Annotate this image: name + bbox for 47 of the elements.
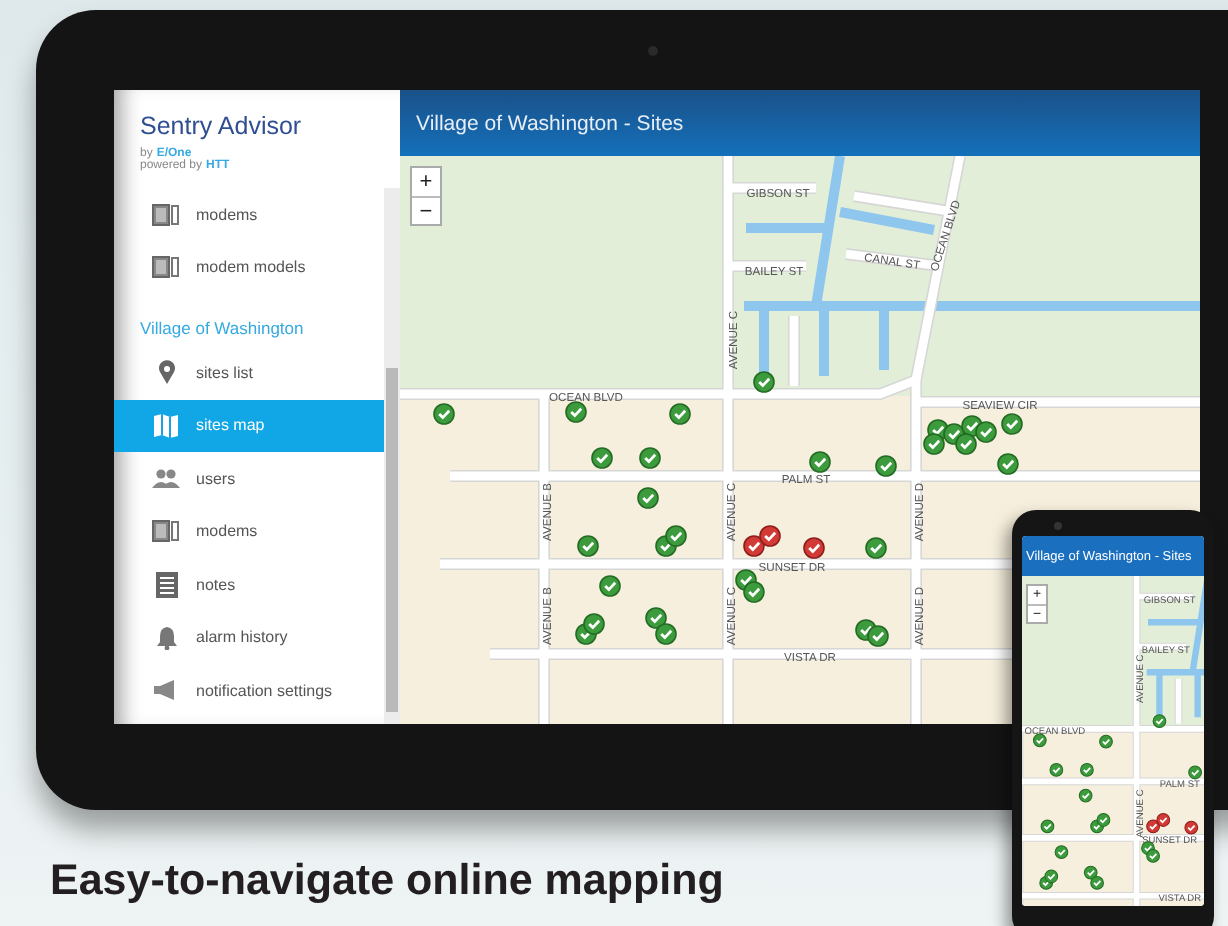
site-marker[interactable] (1099, 734, 1113, 749)
nav-item-label: users (196, 469, 236, 488)
section-heading: Village of Washington (138, 316, 306, 342)
nav-item[interactable]: modems (114, 188, 384, 241)
map-icon (154, 413, 178, 438)
nav-item[interactable]: users (114, 452, 384, 505)
map-title: Village of Washington - Sites (416, 111, 684, 135)
site-marker[interactable] (1049, 762, 1064, 777)
nav-item-label: notes (196, 575, 236, 594)
site-marker[interactable] (1184, 820, 1199, 835)
site-marker[interactable] (1054, 845, 1069, 859)
site-marker[interactable] (1078, 788, 1093, 803)
location-pin-icon (157, 360, 175, 385)
site-marker[interactable] (1096, 813, 1111, 827)
notes-icon (155, 571, 177, 598)
site-marker[interactable] (1032, 733, 1047, 748)
device-icon (152, 203, 180, 226)
site-marker[interactable] (1080, 762, 1094, 777)
site-marker[interactable] (1044, 869, 1059, 884)
nav-item-label: notification settings (196, 681, 333, 700)
nav-item[interactable]: modems (114, 505, 384, 558)
app-title: Sentry Advisor (140, 112, 304, 140)
nav-item[interactable]: sites list (114, 346, 384, 399)
nav-item-label: modem models (196, 258, 306, 277)
nav-item-label: modems (196, 522, 258, 541)
site-marker[interactable] (1156, 813, 1171, 827)
scrollbar[interactable] (384, 188, 400, 724)
scrollbar-thumb[interactable] (386, 368, 398, 712)
nav-item[interactable]: notes (114, 558, 384, 611)
nav-item[interactable]: notification settings (114, 664, 384, 717)
site-marker[interactable] (1090, 875, 1104, 890)
bell-icon (155, 625, 177, 650)
site-marker[interactable] (1146, 849, 1160, 863)
nav-item[interactable]: alarm history (114, 611, 384, 664)
users-icon (152, 468, 180, 489)
device-icon (152, 256, 180, 279)
site-marker[interactable] (1152, 714, 1167, 729)
site-marker[interactable] (1040, 819, 1055, 834)
nav-item-label: sites map (196, 416, 265, 435)
nav-item-label: modems (196, 205, 258, 224)
nav-item-label: alarm history (196, 628, 288, 647)
site-marker[interactable] (1188, 765, 1202, 780)
device-icon (152, 520, 180, 543)
megaphone-icon (154, 680, 178, 701)
caption: Easy-to-navigate online mapping (50, 856, 724, 906)
nav-item-label: sites list (196, 363, 253, 382)
nav-item[interactable]: modem models (114, 241, 384, 294)
